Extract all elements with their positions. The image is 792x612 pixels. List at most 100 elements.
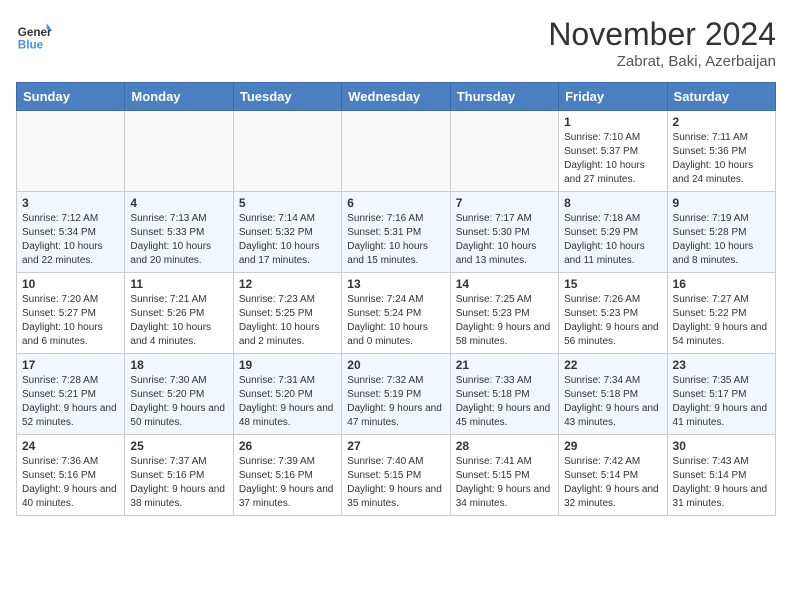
- calendar-week-row: 24 Sunrise: 7:36 AM Sunset: 5:16 PM Dayli…: [17, 435, 776, 516]
- calendar-cell: [450, 111, 558, 192]
- day-number: 1: [564, 115, 661, 129]
- calendar-table: SundayMondayTuesdayWednesdayThursdayFrid…: [16, 82, 776, 516]
- day-info: Sunrise: 7:26 AM Sunset: 5:23 PM Dayligh…: [564, 293, 661, 349]
- day-number: 23: [673, 358, 770, 372]
- calendar-cell: 6 Sunrise: 7:16 AM Sunset: 5:31 PM Daylig…: [342, 192, 450, 273]
- calendar-cell: 16 Sunrise: 7:27 AM Sunset: 5:22 PM Dayli…: [667, 273, 775, 354]
- calendar-cell: 7 Sunrise: 7:17 AM Sunset: 5:30 PM Daylig…: [450, 192, 558, 273]
- calendar-cell: 25 Sunrise: 7:37 AM Sunset: 5:16 PM Dayli…: [125, 435, 233, 516]
- day-number: 10: [22, 277, 119, 291]
- day-number: 17: [22, 358, 119, 372]
- calendar-cell: 30Sunrise: 7:43 AM Sunset: 5:14 PM Dayli…: [667, 435, 775, 516]
- day-info: Sunrise: 7:18 AM Sunset: 5:29 PM Dayligh…: [564, 212, 661, 268]
- calendar-cell: [125, 111, 233, 192]
- day-info: Sunrise: 7:43 AM Sunset: 5:14 PM Dayligh…: [673, 455, 770, 511]
- day-number: 12: [239, 277, 336, 291]
- calendar-cell: 14Sunrise: 7:25 AM Sunset: 5:23 PM Dayli…: [450, 273, 558, 354]
- calendar-cell: 28Sunrise: 7:41 AM Sunset: 5:15 PM Dayli…: [450, 435, 558, 516]
- svg-text:Blue: Blue: [18, 38, 44, 51]
- calendar-week-row: 3 Sunrise: 7:12 AM Sunset: 5:34 PM Daylig…: [17, 192, 776, 273]
- day-info: Sunrise: 7:10 AM Sunset: 5:37 PM Dayligh…: [564, 131, 661, 187]
- calendar-cell: [342, 111, 450, 192]
- calendar-cell: 22Sunrise: 7:34 AM Sunset: 5:18 PM Dayli…: [559, 354, 667, 435]
- weekday-header: Friday: [559, 83, 667, 111]
- location: Zabrat, Baki, Azerbaijan: [548, 53, 776, 70]
- day-info: Sunrise: 7:24 AM Sunset: 5:24 PM Dayligh…: [347, 293, 444, 349]
- calendar-cell: 29Sunrise: 7:42 AM Sunset: 5:14 PM Dayli…: [559, 435, 667, 516]
- page-header: General Blue November 2024 Zabrat, Baki,…: [16, 16, 776, 70]
- calendar-cell: 20 Sunrise: 7:32 AM Sunset: 5:19 PM Dayli…: [342, 354, 450, 435]
- calendar-week-row: 17 Sunrise: 7:28 AM Sunset: 5:21 PM Dayli…: [17, 354, 776, 435]
- calendar-cell: 11 Sunrise: 7:21 AM Sunset: 5:26 PM Dayli…: [125, 273, 233, 354]
- day-info: Sunrise: 7:33 AM Sunset: 5:18 PM Dayligh…: [456, 374, 553, 430]
- calendar-header-row: SundayMondayTuesdayWednesdayThursdayFrid…: [17, 83, 776, 111]
- day-number: 3: [22, 196, 119, 210]
- day-number: 4: [130, 196, 227, 210]
- day-info: Sunrise: 7:16 AM Sunset: 5:31 PM Dayligh…: [347, 212, 444, 268]
- calendar-week-row: 10 Sunrise: 7:20 AM Sunset: 5:27 PM Dayli…: [17, 273, 776, 354]
- logo: General Blue: [16, 16, 52, 52]
- day-info: Sunrise: 7:17 AM Sunset: 5:30 PM Dayligh…: [456, 212, 553, 268]
- month-title: November 2024: [548, 16, 776, 53]
- day-info: Sunrise: 7:37 AM Sunset: 5:16 PM Dayligh…: [130, 455, 227, 511]
- calendar-cell: 12 Sunrise: 7:23 AM Sunset: 5:25 PM Dayli…: [233, 273, 341, 354]
- calendar-cell: [233, 111, 341, 192]
- day-number: 7: [456, 196, 553, 210]
- day-info: Sunrise: 7:36 AM Sunset: 5:16 PM Dayligh…: [22, 455, 119, 511]
- day-number: 25: [130, 439, 227, 453]
- weekday-header: Saturday: [667, 83, 775, 111]
- day-info: Sunrise: 7:41 AM Sunset: 5:15 PM Dayligh…: [456, 455, 553, 511]
- day-number: 18: [130, 358, 227, 372]
- weekday-header: Thursday: [450, 83, 558, 111]
- calendar-cell: 21 Sunrise: 7:33 AM Sunset: 5:18 PM Dayli…: [450, 354, 558, 435]
- day-info: Sunrise: 7:20 AM Sunset: 5:27 PM Dayligh…: [22, 293, 119, 349]
- calendar-cell: 1 Sunrise: 7:10 AM Sunset: 5:37 PM Daylig…: [559, 111, 667, 192]
- day-info: Sunrise: 7:27 AM Sunset: 5:22 PM Dayligh…: [673, 293, 770, 349]
- day-info: Sunrise: 7:32 AM Sunset: 5:19 PM Dayligh…: [347, 374, 444, 430]
- day-number: 15: [564, 277, 661, 291]
- day-info: Sunrise: 7:14 AM Sunset: 5:32 PM Dayligh…: [239, 212, 336, 268]
- day-info: Sunrise: 7:11 AM Sunset: 5:36 PM Dayligh…: [673, 131, 770, 187]
- calendar-cell: 2 Sunrise: 7:11 AM Sunset: 5:36 PM Daylig…: [667, 111, 775, 192]
- weekday-header: Wednesday: [342, 83, 450, 111]
- day-info: Sunrise: 7:19 AM Sunset: 5:28 PM Dayligh…: [673, 212, 770, 268]
- calendar-cell: 3 Sunrise: 7:12 AM Sunset: 5:34 PM Daylig…: [17, 192, 125, 273]
- day-number: 19: [239, 358, 336, 372]
- calendar-cell: 10 Sunrise: 7:20 AM Sunset: 5:27 PM Dayli…: [17, 273, 125, 354]
- day-info: Sunrise: 7:31 AM Sunset: 5:20 PM Dayligh…: [239, 374, 336, 430]
- calendar-cell: 24 Sunrise: 7:36 AM Sunset: 5:16 PM Dayli…: [17, 435, 125, 516]
- calendar-cell: [17, 111, 125, 192]
- weekday-header: Tuesday: [233, 83, 341, 111]
- day-number: 5: [239, 196, 336, 210]
- day-number: 6: [347, 196, 444, 210]
- day-number: 2: [673, 115, 770, 129]
- day-info: Sunrise: 7:23 AM Sunset: 5:25 PM Dayligh…: [239, 293, 336, 349]
- day-number: 13: [347, 277, 444, 291]
- day-info: Sunrise: 7:39 AM Sunset: 5:16 PM Dayligh…: [239, 455, 336, 511]
- day-number: 16: [673, 277, 770, 291]
- day-info: Sunrise: 7:21 AM Sunset: 5:26 PM Dayligh…: [130, 293, 227, 349]
- day-info: Sunrise: 7:28 AM Sunset: 5:21 PM Dayligh…: [22, 374, 119, 430]
- day-number: 11: [130, 277, 227, 291]
- day-number: 20: [347, 358, 444, 372]
- day-number: 27: [347, 439, 444, 453]
- calendar-cell: 9 Sunrise: 7:19 AM Sunset: 5:28 PM Daylig…: [667, 192, 775, 273]
- day-info: Sunrise: 7:12 AM Sunset: 5:34 PM Dayligh…: [22, 212, 119, 268]
- day-number: 22: [564, 358, 661, 372]
- calendar-cell: 18 Sunrise: 7:30 AM Sunset: 5:20 PM Dayli…: [125, 354, 233, 435]
- title-block: November 2024 Zabrat, Baki, Azerbaijan: [548, 16, 776, 70]
- day-number: 24: [22, 439, 119, 453]
- day-number: 26: [239, 439, 336, 453]
- day-number: 21: [456, 358, 553, 372]
- calendar-cell: 27 Sunrise: 7:40 AM Sunset: 5:15 PM Dayli…: [342, 435, 450, 516]
- day-number: 29: [564, 439, 661, 453]
- day-number: 9: [673, 196, 770, 210]
- calendar-cell: 26 Sunrise: 7:39 AM Sunset: 5:16 PM Dayli…: [233, 435, 341, 516]
- day-info: Sunrise: 7:40 AM Sunset: 5:15 PM Dayligh…: [347, 455, 444, 511]
- day-info: Sunrise: 7:30 AM Sunset: 5:20 PM Dayligh…: [130, 374, 227, 430]
- calendar-cell: 23 Sunrise: 7:35 AM Sunset: 5:17 PM Dayli…: [667, 354, 775, 435]
- calendar-cell: 4 Sunrise: 7:13 AM Sunset: 5:33 PM Daylig…: [125, 192, 233, 273]
- day-info: Sunrise: 7:13 AM Sunset: 5:33 PM Dayligh…: [130, 212, 227, 268]
- day-info: Sunrise: 7:35 AM Sunset: 5:17 PM Dayligh…: [673, 374, 770, 430]
- logo-icon: General Blue: [16, 16, 52, 52]
